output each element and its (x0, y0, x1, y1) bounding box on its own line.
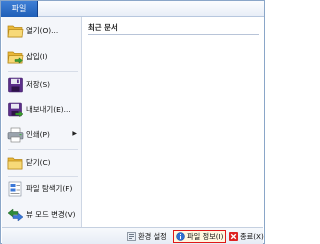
folder-icon (7, 155, 24, 171)
menu-item-label: 열기(O)... (26, 26, 59, 35)
recent-documents-pane: 최근 문서 (83, 17, 263, 227)
menu-item-export[interactable]: 내보내기(E)... (2, 98, 82, 122)
menu-item-label: 파일 탐색기(F) (26, 184, 73, 193)
menu-item-label: 삽입(I) (26, 52, 48, 61)
file-explorer-icon (7, 181, 24, 197)
floppy-disk-icon (7, 77, 24, 93)
close-icon (229, 232, 238, 241)
file-info-label: 파일 정보(I) (187, 231, 224, 241)
menu-item-open[interactable]: 열기(O)... (2, 19, 82, 43)
menu-separator (8, 149, 78, 150)
menu-item-insert[interactable]: 삽입(I) (2, 45, 82, 69)
file-menu-list: 열기(O)... 삽입(I) 저장(S) 내보내기(E)... 인쇄(P) ▶ … (2, 17, 82, 227)
menu-item-close[interactable]: 닫기(C) (2, 151, 82, 175)
menu-item-print[interactable]: 인쇄(P) ▶ (2, 123, 82, 147)
menu-item-save[interactable]: 저장(S) (2, 73, 82, 97)
ribbon-header-bar (38, 1, 264, 17)
file-info-button[interactable]: 파일 정보(I) (173, 230, 227, 243)
file-menu-footer: 환경 설정 파일 정보(I) 종료(X) (2, 227, 264, 244)
submenu-arrow-icon: ▶ (72, 130, 77, 137)
file-menu-window: 파일 열기(O)... 삽입(I) 저장(S) 내보내기(E)... 인쇄(P)… (0, 0, 265, 244)
menu-item-file-explorer[interactable]: 파일 탐색기(F) (2, 177, 82, 201)
open-folder-icon (7, 23, 24, 39)
exit-button[interactable]: 종료(X) (229, 230, 264, 243)
file-tab[interactable]: 파일 (1, 1, 38, 17)
info-icon (176, 232, 185, 241)
exit-label: 종료(X) (240, 231, 264, 241)
recent-documents-divider (88, 34, 259, 35)
menu-item-label: 뷰 모드 변경(V) (26, 210, 76, 219)
menu-item-label: 인쇄(P) (26, 130, 50, 139)
insert-folder-icon (7, 49, 24, 65)
export-disk-icon (7, 102, 24, 118)
menu-item-label: 저장(S) (26, 80, 51, 89)
recent-documents-title: 최근 문서 (88, 23, 118, 32)
menu-item-view-mode[interactable]: 뷰 모드 변경(V) (2, 203, 82, 227)
menu-item-label: 내보내기(E)... (26, 105, 71, 114)
view-mode-icon (7, 207, 24, 223)
settings-label: 환경 설정 (138, 231, 167, 241)
printer-icon (7, 127, 24, 143)
menu-item-label: 닫기(C) (26, 158, 51, 167)
settings-button[interactable]: 환경 설정 (127, 230, 167, 243)
settings-icon (127, 232, 136, 241)
menu-separator (8, 71, 78, 72)
